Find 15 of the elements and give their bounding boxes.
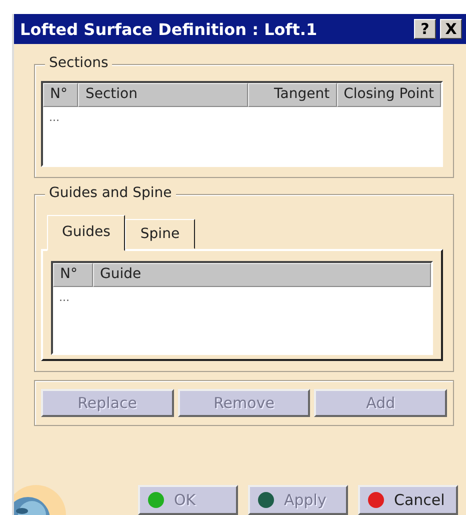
column-header[interactable]: N°: [43, 83, 78, 107]
tab[interactable]: Spine: [125, 219, 195, 249]
column-header[interactable]: Tangent: [248, 83, 337, 107]
window-title: Lofted Surface Definition : Loft.1: [20, 20, 318, 38]
help-button[interactable]: ?: [414, 19, 436, 39]
list-row[interactable]: ...: [43, 107, 441, 128]
column-header[interactable]: Closing Point: [336, 83, 441, 107]
column-header[interactable]: N°: [53, 263, 93, 287]
close-button[interactable]: X: [440, 19, 462, 39]
column-header[interactable]: Section: [78, 83, 248, 107]
list-row[interactable]: ...: [53, 287, 431, 308]
group-title: Guides and Spine: [45, 185, 176, 201]
column-header[interactable]: Guide: [93, 263, 431, 287]
tab[interactable]: Guides: [47, 215, 126, 251]
dialog-button[interactable]: Cancel: [358, 485, 458, 515]
